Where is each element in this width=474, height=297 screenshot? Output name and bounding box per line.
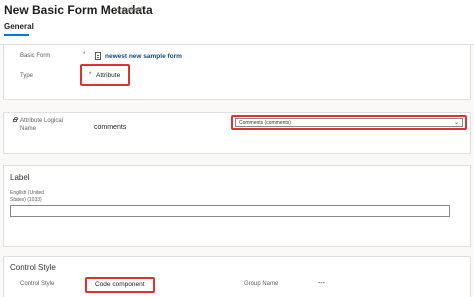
control-style-label: Control Style (20, 281, 55, 287)
attribute-logical-name-value[interactable]: comments (94, 124, 126, 131)
save-status: - Unsaved (110, 7, 142, 14)
label-textarea[interactable] (10, 205, 450, 217)
attribute-section: Attribute Logical Name comments Comments… (3, 112, 471, 154)
form-header: New Basic Form Metadata - Unsaved Genera… (0, 0, 474, 45)
group-name-value[interactable]: --- (318, 280, 325, 287)
label-section: Label English (United States) (1033) (3, 165, 471, 247)
type-label: Type (20, 73, 34, 79)
control-style-heading: Control Style (10, 263, 56, 272)
tab-general-indicator (4, 34, 29, 36)
lock-icon (13, 117, 18, 122)
basic-form-required-marker: * (83, 52, 86, 58)
language-label: English (United States) (1033) (10, 190, 44, 203)
label-section-heading: Label (10, 173, 30, 182)
basic-form-lookup-link[interactable]: newest new sample form (105, 53, 182, 60)
attribute-select-highlight (231, 115, 467, 130)
form-document-icon (95, 52, 101, 60)
group-name-label: Group Name (244, 281, 279, 287)
control-style-section: Control Style Control Style Code compone… (3, 256, 471, 297)
control-style-highlight (85, 277, 155, 293)
attribute-logical-name-label: Attribute Logical Name (20, 118, 64, 132)
basic-form-label: Basic Form (20, 53, 51, 59)
general-section: Basic Form * newest new sample form Type… (3, 44, 471, 100)
type-highlight (80, 64, 130, 86)
tab-general[interactable]: General (4, 22, 34, 31)
